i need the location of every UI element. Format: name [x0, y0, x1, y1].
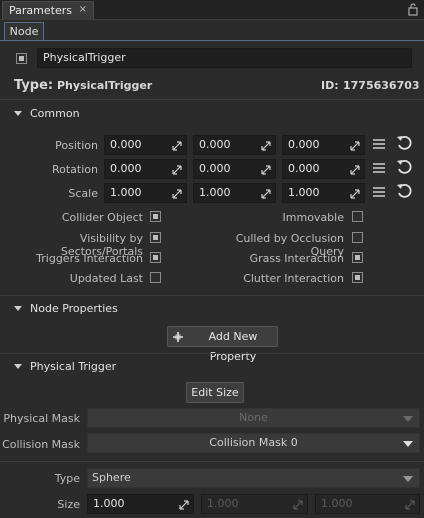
triggers-interaction-checkbox[interactable] [150, 252, 161, 263]
triggers-interaction-label: Triggers Interaction [36, 252, 143, 265]
add-new-property-button[interactable]: Add New Property [167, 326, 278, 363]
size-z-field: 1.000 [315, 494, 420, 514]
visibility-sectors-checkbox[interactable] [150, 232, 161, 243]
drag-arrow-icon [350, 189, 360, 199]
drag-arrow-icon [261, 141, 271, 151]
chevron-down-icon [403, 476, 413, 482]
chevron-down-icon [403, 416, 413, 422]
divider [0, 99, 424, 100]
scale-z-field[interactable]: 1.000 [282, 183, 365, 203]
rotation-label: Rotation [51, 163, 98, 176]
reset-icon[interactable] [396, 135, 412, 151]
plus-icon [173, 332, 183, 342]
close-icon[interactable]: × [79, 4, 87, 15]
grass-interaction-label: Grass Interaction [249, 252, 344, 265]
parameters-tab[interactable]: Parameters × [2, 1, 94, 20]
immovable-checkbox[interactable] [352, 211, 363, 222]
section-physical-trigger-header[interactable]: Physical Trigger [0, 356, 424, 378]
drag-arrow-icon [172, 189, 182, 199]
section-node-properties-header[interactable]: Node Properties [0, 298, 424, 320]
type-value: Sphere [92, 471, 131, 484]
section-common-header[interactable]: Common [0, 103, 424, 125]
section-physical-trigger-title: Physical Trigger [30, 360, 117, 373]
size-y-field: 1.000 [201, 494, 308, 514]
position-y-field[interactable]: 0.000 [193, 135, 276, 155]
rotation-x-field[interactable]: 0.000 [104, 159, 187, 179]
drag-arrow-icon [172, 141, 182, 151]
reset-icon[interactable] [396, 159, 412, 175]
menu-icon[interactable] [372, 138, 386, 150]
collision-mask-value: Collision Mask 0 [209, 436, 298, 449]
type-dropdown[interactable]: Sphere [87, 468, 420, 488]
scale-label: Scale [68, 187, 98, 200]
divider [0, 461, 424, 462]
drag-arrow-icon [350, 141, 360, 151]
position-z-field[interactable]: 0.000 [282, 135, 365, 155]
divider [0, 295, 424, 296]
node-type-label: Type: [14, 78, 54, 93]
node-id-value: 1775636703 [343, 79, 420, 92]
expand-triangle-icon [14, 111, 22, 116]
drag-arrow-icon [293, 500, 303, 510]
updated-last-label: Updated Last [69, 272, 143, 285]
scale-y-field[interactable]: 1.000 [193, 183, 276, 203]
size-label: Size [57, 498, 80, 511]
clutter-interaction-label: Clutter Interaction [243, 272, 344, 285]
collider-object-label: Collider Object [61, 211, 143, 224]
type-label: Type [54, 472, 80, 485]
position-label: Position [55, 139, 98, 152]
rotation-y-field[interactable]: 0.000 [193, 159, 276, 179]
section-common-title: Common [30, 107, 80, 120]
node-type-value: PhysicalTrigger [57, 79, 153, 92]
expand-triangle-icon [14, 364, 22, 369]
drag-arrow-icon [405, 500, 415, 510]
size-x-field[interactable]: 1.000 [87, 494, 194, 514]
scale-x-field[interactable]: 1.000 [104, 183, 187, 203]
parameters-tab-label: Parameters [9, 4, 72, 17]
drag-arrow-icon [350, 165, 360, 175]
chevron-down-icon [403, 441, 413, 447]
node-id-label: ID: [321, 79, 339, 92]
drag-arrow-icon [261, 189, 271, 199]
physical-mask-value: None [239, 411, 268, 424]
node-enabled-checkbox[interactable] [16, 53, 27, 64]
immovable-label: Immovable [282, 211, 344, 224]
grass-interaction-checkbox[interactable] [352, 252, 363, 263]
expand-triangle-icon [14, 306, 22, 311]
drag-arrow-icon [172, 165, 182, 175]
menu-icon[interactable] [372, 186, 386, 198]
tab-divider [0, 40, 424, 41]
collider-object-checkbox[interactable] [150, 211, 161, 222]
rotation-z-field[interactable]: 0.000 [282, 159, 365, 179]
node-name-field[interactable]: PhysicalTrigger [37, 48, 412, 68]
drag-arrow-icon [261, 165, 271, 175]
drag-arrow-icon [179, 500, 189, 510]
collision-mask-label: Collision Mask [2, 438, 80, 451]
section-node-properties-title: Node Properties [30, 302, 118, 315]
collision-mask-dropdown[interactable]: Collision Mask 0 [87, 433, 420, 453]
divider [0, 353, 424, 354]
edit-size-button[interactable]: Edit Size [186, 382, 244, 403]
tab-node[interactable]: Node [4, 22, 44, 41]
reset-icon[interactable] [396, 183, 412, 199]
clutter-interaction-checkbox[interactable] [352, 272, 363, 283]
physical-mask-dropdown[interactable]: None [87, 408, 420, 428]
culled-occlusion-checkbox[interactable] [352, 232, 363, 243]
position-x-field[interactable]: 0.000 [104, 135, 187, 155]
updated-last-checkbox[interactable] [150, 272, 161, 283]
lock-icon[interactable] [408, 3, 418, 16]
physical-mask-label: Physical Mask [3, 412, 80, 425]
menu-icon[interactable] [372, 162, 386, 174]
